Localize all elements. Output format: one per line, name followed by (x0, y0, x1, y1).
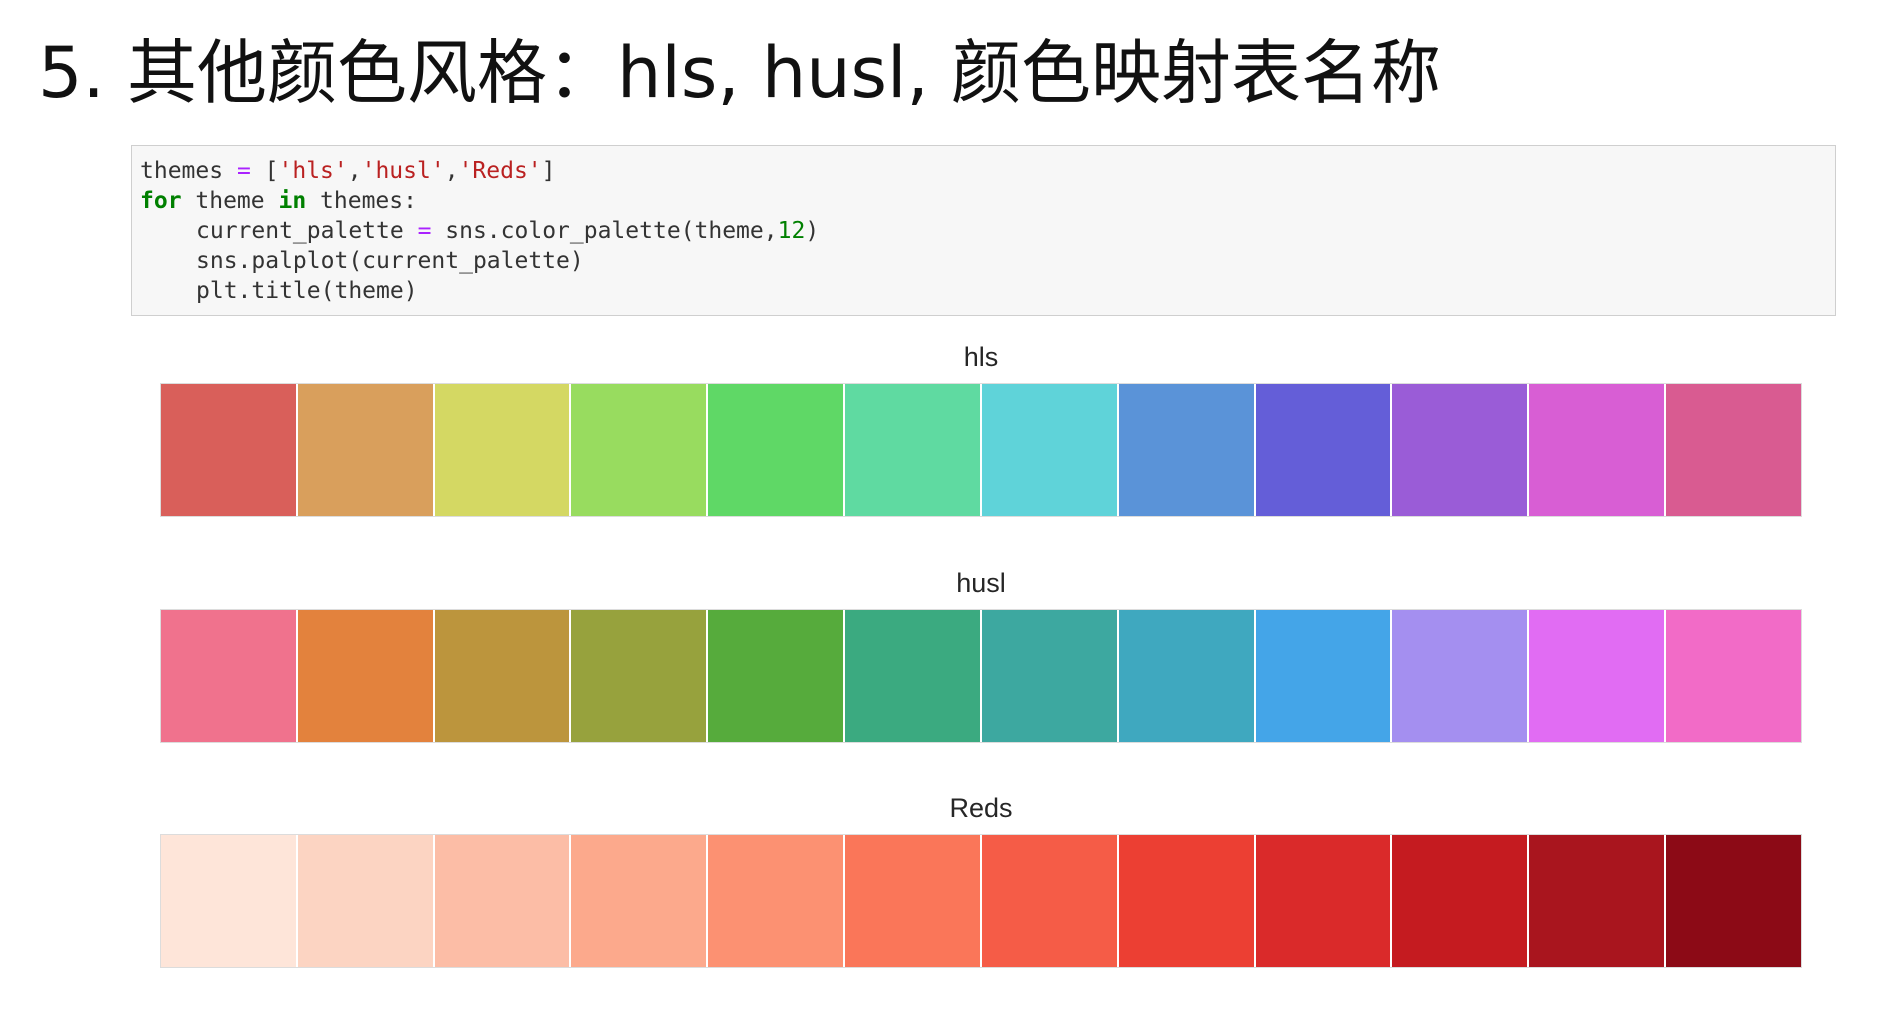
code-token: 'husl' (361, 158, 445, 184)
code-token: themes (140, 158, 224, 184)
code-token: = (223, 158, 265, 184)
color-swatch (1255, 610, 1393, 742)
color-swatch (845, 384, 982, 516)
color-swatch (571, 610, 709, 742)
color-swatch (1118, 384, 1256, 516)
color-swatch (1666, 384, 1801, 516)
color-swatch (1255, 835, 1393, 967)
color-swatch (1255, 384, 1393, 516)
color-swatch (708, 835, 846, 967)
color-swatch (297, 610, 435, 742)
color-swatch (1392, 610, 1530, 742)
code-token: 'Reds' (458, 158, 542, 184)
slide-title: 5. 其他颜色风格：hls, husl, 颜色映射表名称 (38, 32, 1441, 114)
code-token: , (444, 158, 459, 184)
color-swatch (981, 610, 1119, 742)
code-line-4: sns.palplot(current_palette) (140, 246, 1835, 276)
color-swatch (1666, 610, 1801, 742)
color-swatch (708, 384, 846, 516)
color-swatch (1529, 835, 1667, 967)
color-swatch (1118, 610, 1256, 742)
code-token: 'hls' (278, 158, 348, 184)
code-token: 12 (777, 218, 806, 244)
code-line-3: current_palette = sns.color_palette(them… (140, 216, 1835, 246)
code-token: theme (181, 188, 279, 214)
color-swatch (1529, 610, 1667, 742)
palette-title: husl (956, 568, 1006, 598)
palette-swatches (160, 609, 1802, 743)
palette-title: hls (963, 342, 999, 372)
color-swatch (161, 610, 298, 742)
code-token: , (347, 158, 362, 184)
code-token: in (278, 188, 307, 214)
code-line-2: for theme in themes: (140, 186, 1835, 216)
code-token: sns.palplot(current_palette) (196, 248, 584, 274)
color-swatch (1118, 835, 1256, 967)
code-token: = (403, 218, 446, 244)
color-swatch (571, 384, 709, 516)
color-swatch (708, 610, 846, 742)
palette-swatches (160, 834, 1802, 968)
color-swatch (161, 835, 298, 967)
palette-title: Reds (949, 793, 1013, 823)
color-swatch (297, 384, 435, 516)
color-swatch (981, 835, 1119, 967)
color-swatch (1666, 835, 1801, 967)
code-token: plt.title(theme) (196, 278, 418, 304)
color-swatch (1392, 835, 1530, 967)
color-swatch (845, 835, 982, 967)
color-swatch (981, 384, 1119, 516)
color-swatch (434, 835, 572, 967)
code-token: ] (541, 158, 556, 184)
code-cell[interactable]: themes = ['hls','husl','Reds'] for theme… (131, 145, 1836, 316)
code-token: ) (805, 218, 820, 244)
color-swatch (571, 835, 709, 967)
color-swatch (161, 384, 298, 516)
code-token: sns.color_palette(theme, (445, 218, 778, 244)
color-swatch (434, 384, 572, 516)
color-swatch (1392, 384, 1530, 516)
code-token: current_palette (196, 218, 404, 244)
color-swatch (845, 610, 982, 742)
color-swatch (434, 610, 572, 742)
color-swatch (297, 835, 435, 967)
code-line-1: themes = ['hls','husl','Reds'] (140, 156, 1835, 186)
code-token: [ (264, 158, 279, 184)
code-line-5: plt.title(theme) (140, 276, 1835, 306)
code-token: themes: (306, 188, 417, 214)
palette-swatches (160, 383, 1802, 517)
code-token: for (140, 188, 182, 214)
color-swatch (1529, 384, 1667, 516)
